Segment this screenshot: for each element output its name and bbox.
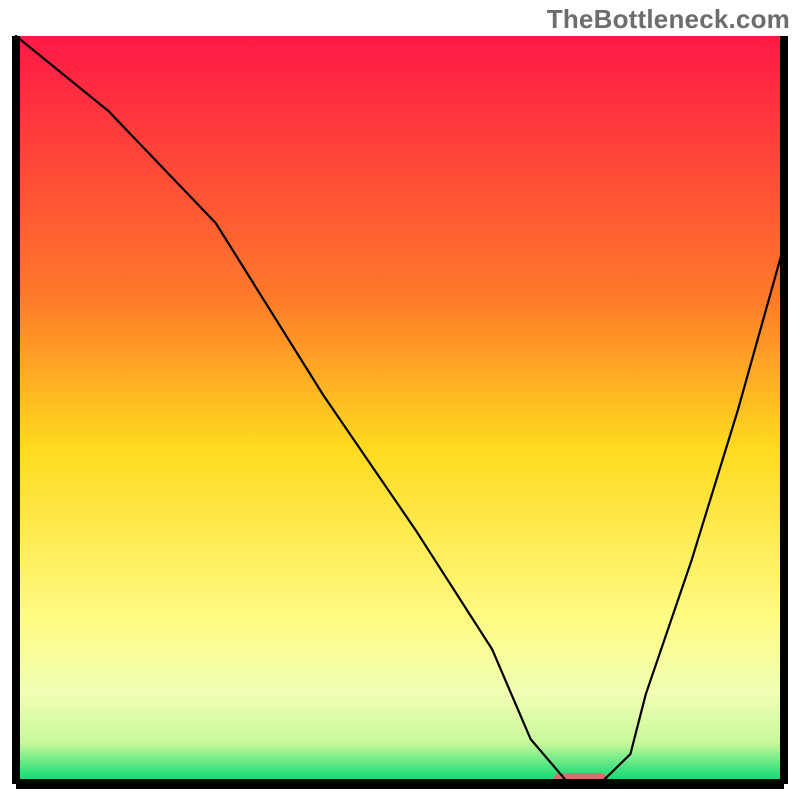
chart-stage: TheBottleneck.com bbox=[0, 0, 800, 800]
chart-svg bbox=[10, 30, 790, 790]
chart-background bbox=[16, 36, 784, 784]
bottleneck-chart bbox=[10, 30, 790, 790]
